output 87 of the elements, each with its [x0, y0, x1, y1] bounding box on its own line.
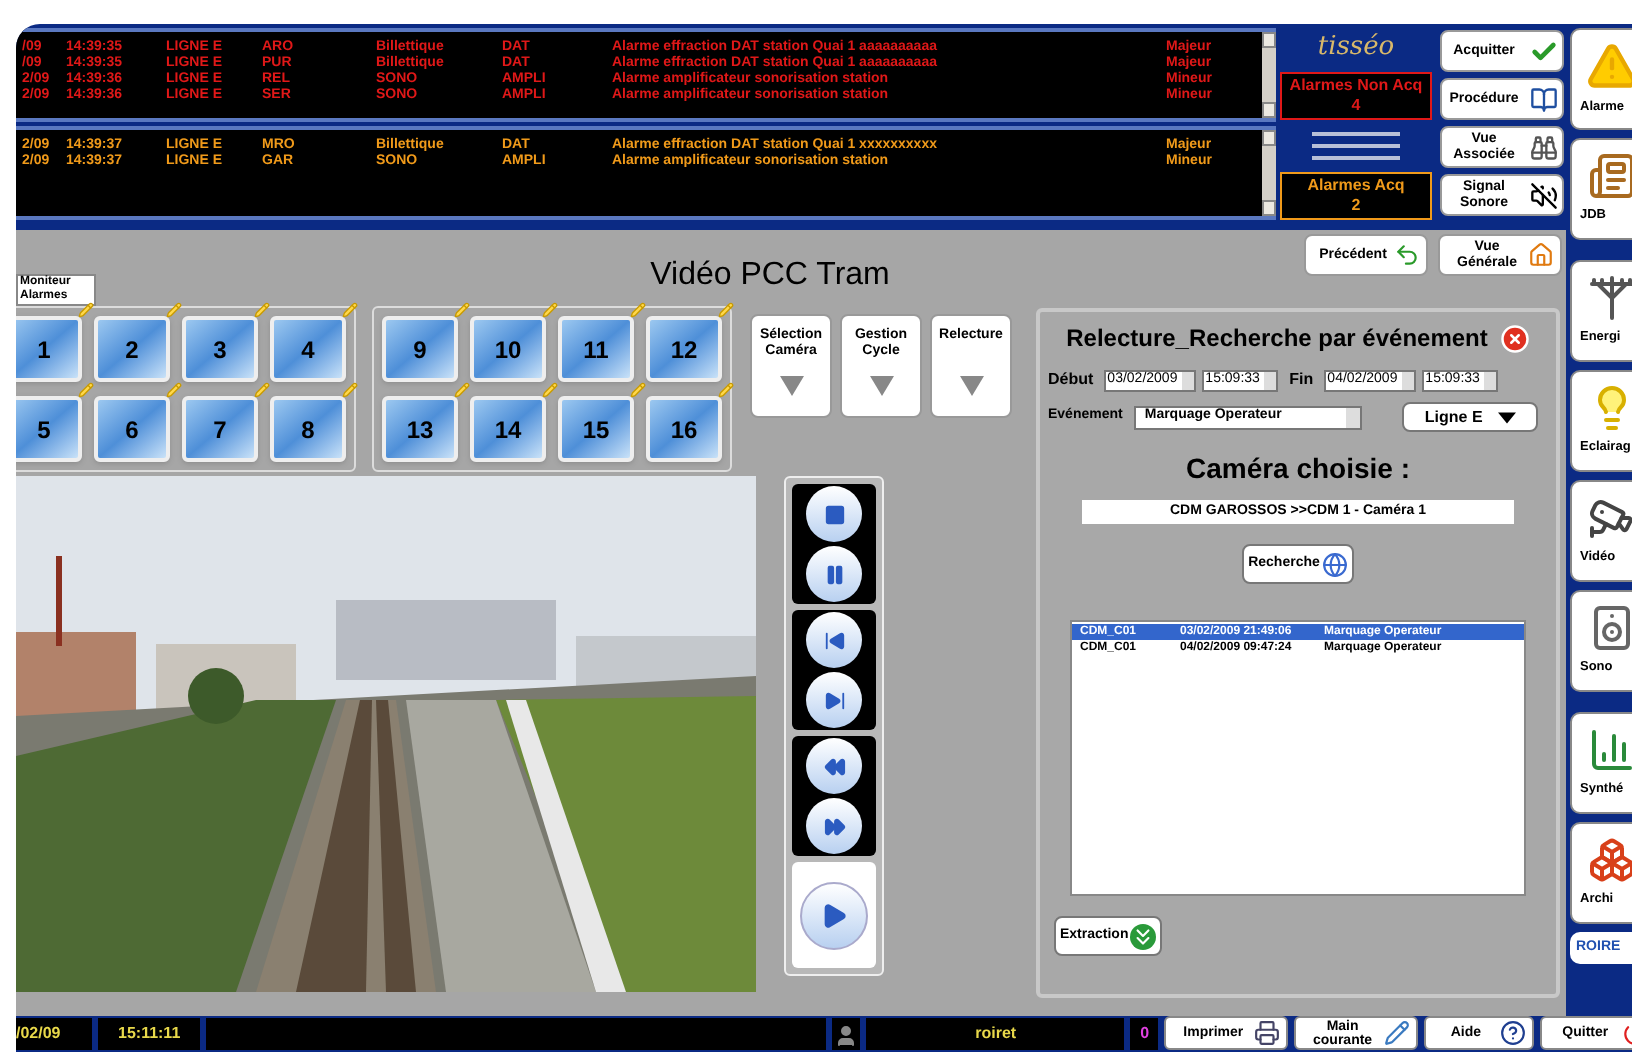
dropdown-arrow-icon — [779, 376, 803, 396]
pencil-icon — [254, 382, 270, 398]
monitor-button[interactable]: 12 — [646, 316, 722, 382]
status-user: roiret — [866, 1017, 1125, 1049]
pylon-icon — [1587, 274, 1632, 323]
status-time: 15:11:11 — [97, 1017, 201, 1049]
next-icon — [823, 689, 845, 711]
section-heading: Caméra choisie : — [1183, 450, 1413, 488]
previous-button[interactable] — [806, 612, 862, 668]
monitor-button[interactable]: 13 — [382, 396, 458, 462]
binoculars-icon — [1530, 133, 1558, 161]
pencil-icon — [542, 302, 558, 318]
pencil-icon — [630, 302, 646, 318]
stop-icon — [823, 503, 845, 525]
monitor-button[interactable]: 2 — [94, 316, 170, 382]
newspaper-icon — [1587, 152, 1632, 201]
counter-label: Alarmes Acq — [1307, 176, 1405, 196]
counter-value: 4 — [1351, 96, 1361, 116]
pencil-icon — [542, 382, 558, 398]
chevrons-down-icon — [1130, 923, 1157, 949]
check-icon — [1530, 37, 1558, 65]
fast-forward-button[interactable] — [806, 798, 862, 854]
mute-icon — [1530, 181, 1558, 209]
status-date: /02/09 — [16, 1017, 92, 1049]
pencil-icon — [166, 382, 182, 398]
counter-label: Alarmes Non Acq — [1289, 76, 1423, 96]
chart-icon — [1587, 726, 1632, 775]
help-icon — [1500, 1020, 1527, 1046]
monitor-button[interactable]: 6 — [94, 396, 170, 462]
pencil-icon — [718, 382, 734, 398]
undo-arrow-icon — [1394, 242, 1420, 268]
dropdown-arrow-icon — [869, 376, 893, 396]
fast-forward-icon — [823, 815, 845, 837]
monitor-button[interactable]: 16 — [646, 396, 722, 462]
next-button[interactable] — [806, 672, 862, 728]
monitor-button[interactable]: 15 — [558, 396, 634, 462]
user-avatar — [832, 1017, 861, 1049]
counter-value: 2 — [1351, 196, 1361, 216]
separator-lines-icon — [1312, 132, 1400, 160]
play-button[interactable] — [800, 881, 868, 949]
monitor-button[interactable]: 14 — [470, 396, 546, 462]
scrollbar[interactable] — [1262, 130, 1276, 216]
dropdown-arrow-icon — [959, 376, 983, 396]
globe-icon — [1321, 551, 1348, 577]
pencil-icon — [1383, 1020, 1410, 1046]
rewind-icon — [823, 755, 845, 777]
logo: tisséo — [1317, 30, 1395, 66]
book-icon — [1530, 85, 1558, 113]
home-icon — [1528, 242, 1554, 268]
play-icon — [820, 901, 848, 929]
previous-icon — [823, 629, 845, 651]
pencil-icon — [342, 382, 358, 398]
monitor-button[interactable]: 11 — [558, 316, 634, 382]
scrollbar[interactable] — [1262, 32, 1276, 118]
panel-title: Relecture_Recherche par événement — [1066, 322, 1488, 356]
field-label: Fin — [1289, 368, 1314, 392]
monitor-button[interactable]: 3 — [182, 316, 258, 382]
warning-icon — [1585, 40, 1632, 93]
pencil-icon — [78, 382, 94, 398]
monitor-button[interactable]: 5 — [16, 396, 82, 462]
printer-icon — [1253, 1020, 1280, 1046]
line-dropdown[interactable]: Ligne E — [1402, 402, 1539, 432]
monitor-button[interactable]: 9 — [382, 316, 458, 382]
pencil-icon — [78, 302, 94, 318]
pencil-icon — [718, 302, 734, 318]
pencil-icon — [342, 302, 358, 318]
pause-icon — [823, 563, 845, 585]
cubes-icon — [1587, 836, 1632, 885]
monitor-button[interactable]: 7 — [182, 396, 258, 462]
camera-icon — [1587, 494, 1632, 543]
pencil-icon — [454, 302, 470, 318]
pencil-icon — [254, 302, 270, 318]
field-label: Début — [1048, 368, 1094, 392]
monitor-button[interactable]: 4 — [270, 316, 346, 382]
page-title: Vidéo PCC Tram — [648, 256, 892, 296]
dropdown-arrow-icon — [1498, 411, 1517, 423]
stop-button[interactable] — [806, 486, 862, 542]
rewind-button[interactable] — [806, 738, 862, 794]
pencil-icon — [454, 382, 470, 398]
status-count: 0 — [1130, 1017, 1159, 1049]
close-icon[interactable] — [1499, 323, 1530, 353]
monitor-button[interactable]: 1 — [16, 316, 82, 382]
pencil-icon — [166, 302, 182, 318]
pause-button[interactable] — [806, 546, 862, 602]
monitor-button[interactable]: 10 — [470, 316, 546, 382]
monitor-button[interactable]: 8 — [270, 396, 346, 462]
pencil-icon — [630, 382, 646, 398]
